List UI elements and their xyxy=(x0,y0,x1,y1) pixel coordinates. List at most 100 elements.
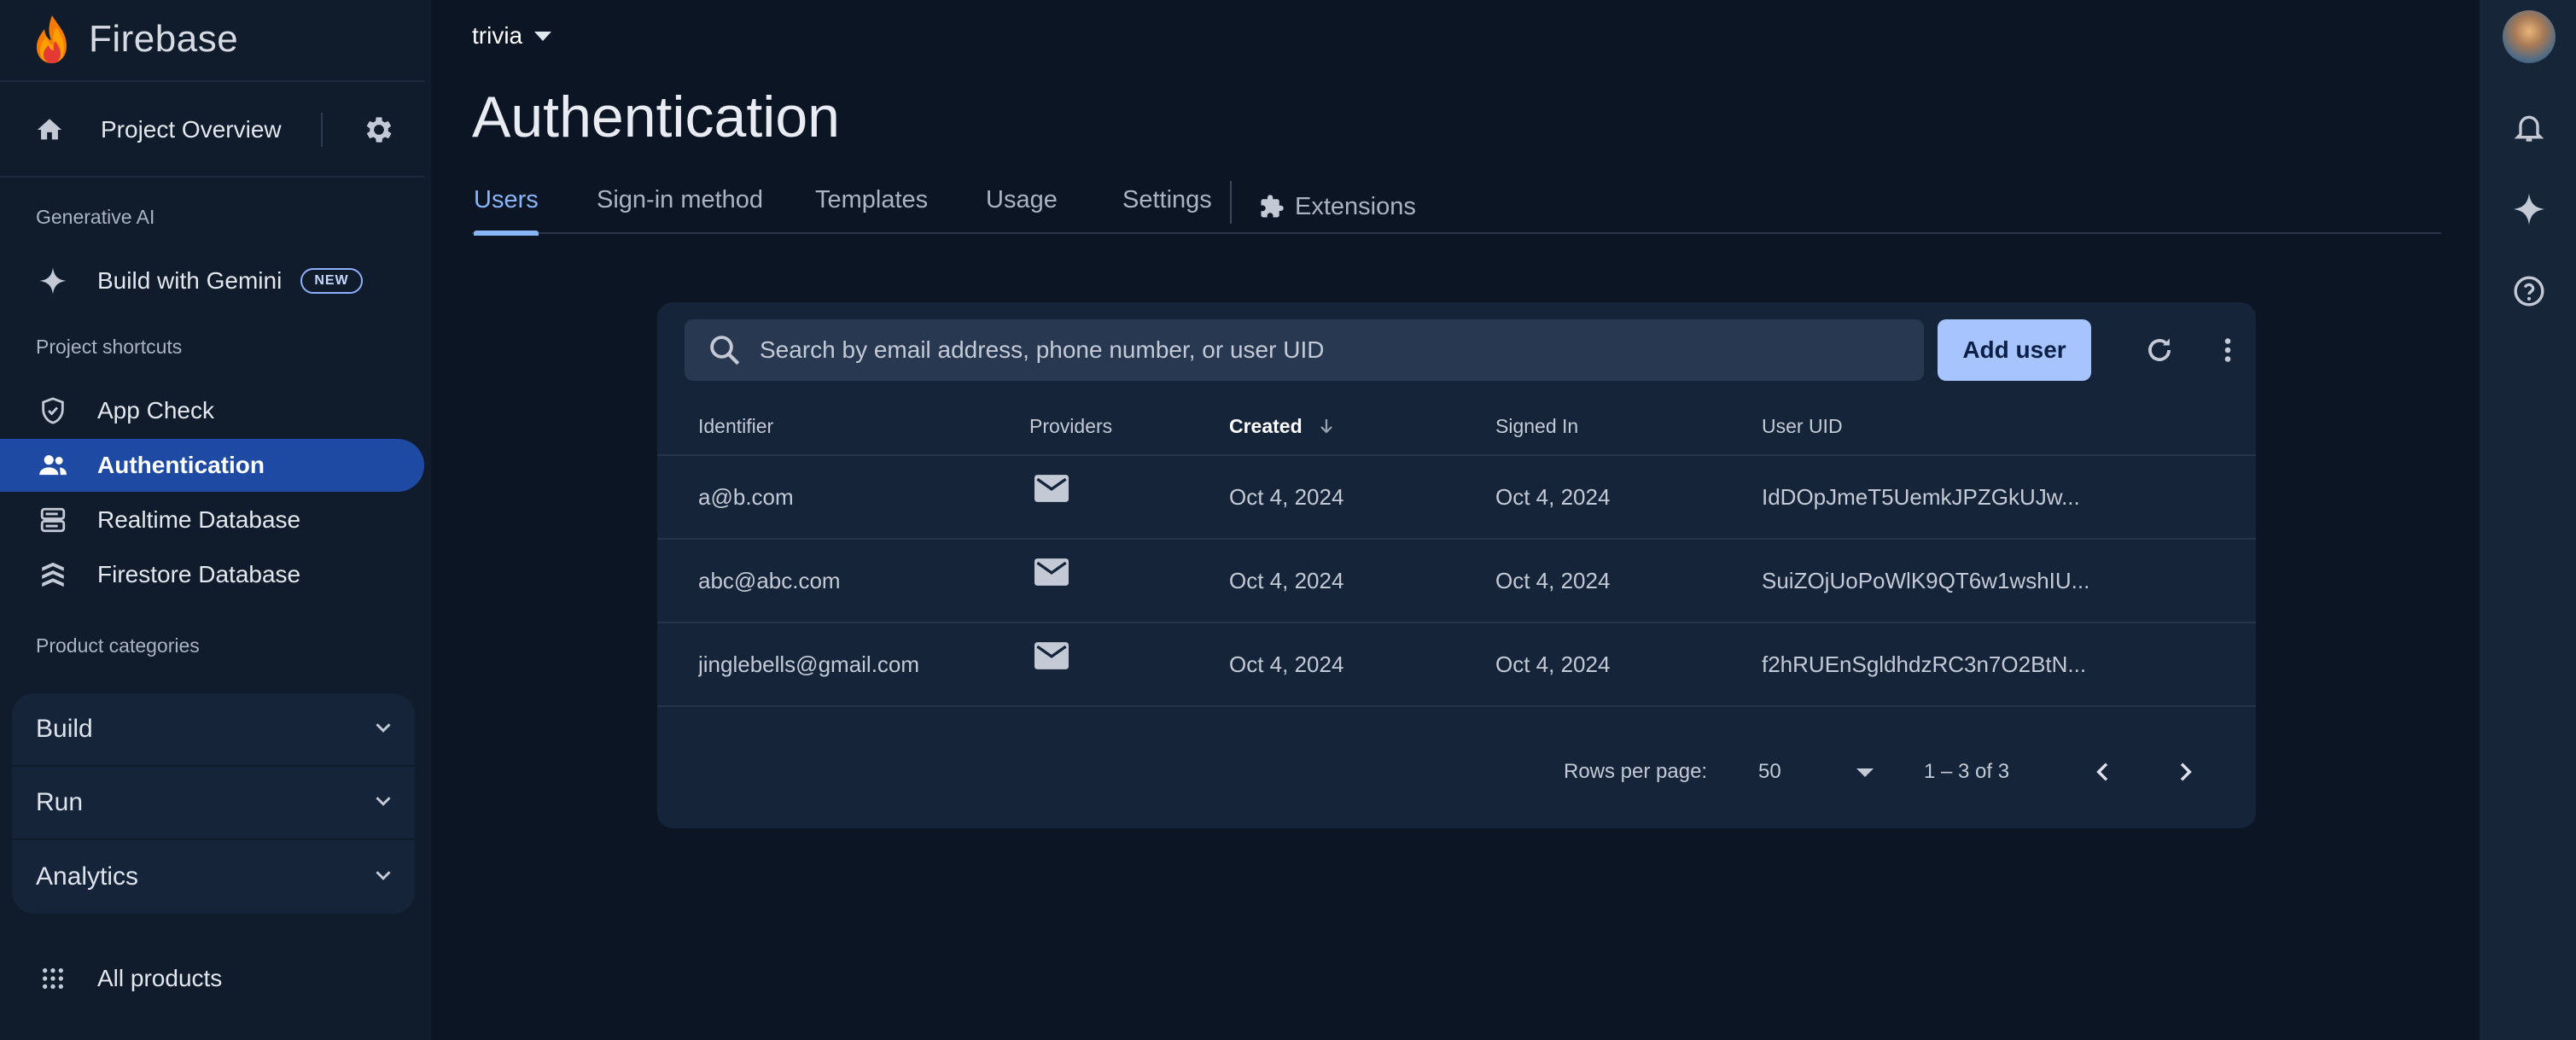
column-header-created[interactable]: Created xyxy=(1229,396,1337,456)
page-title: Authentication xyxy=(472,85,840,149)
cell-signed-in: Oct 4, 2024 xyxy=(1495,484,1611,510)
previous-page-icon[interactable] xyxy=(2084,753,2122,791)
sidebar-item-label: App Check xyxy=(97,397,214,424)
rows-per-page-select[interactable]: 50 xyxy=(1758,746,1781,798)
project-overview-link[interactable]: Project Overview xyxy=(101,116,282,143)
firestore-icon xyxy=(36,558,70,592)
tab-divider xyxy=(1230,181,1232,224)
tab-settings[interactable]: Settings xyxy=(1122,179,1212,234)
tab-users[interactable]: Users xyxy=(474,179,539,236)
new-badge: NEW xyxy=(300,268,363,294)
tab-templates[interactable]: Templates xyxy=(815,179,928,234)
project-selector[interactable]: trivia xyxy=(472,22,552,50)
chevron-down-icon xyxy=(370,788,396,818)
category-label: Build xyxy=(36,715,93,743)
category-label: Analytics xyxy=(36,862,139,891)
sparkle-icon xyxy=(36,264,70,298)
cell-signed-in: Oct 4, 2024 xyxy=(1495,651,1611,677)
more-vert-icon[interactable] xyxy=(2204,326,2252,374)
home-icon[interactable] xyxy=(32,113,67,147)
project-name: trivia xyxy=(472,22,523,49)
pagination: Rows per page: 50 1 – 3 of 3 xyxy=(657,746,2256,798)
avatar[interactable] xyxy=(2503,10,2556,63)
arrow-down-icon xyxy=(1320,419,1332,434)
category-analytics[interactable]: Analytics xyxy=(12,840,415,914)
sidebar-item-realtime-database[interactable]: Realtime Database xyxy=(0,494,424,546)
category-run[interactable]: Run xyxy=(12,767,415,840)
cell-created: Oct 4, 2024 xyxy=(1229,568,1344,593)
chevron-down-icon xyxy=(370,862,396,892)
cell-user-uid: f2hRUEnSgldhdzRC3n7O2BtN... xyxy=(1762,651,2087,677)
divider xyxy=(0,176,424,178)
section-label-product-categories: Product categories xyxy=(36,634,200,657)
sidebar-item-authentication[interactable]: Authentication xyxy=(0,439,424,492)
divider xyxy=(321,113,323,147)
column-header-providers: Providers xyxy=(1029,415,1113,437)
cell-created: Oct 4, 2024 xyxy=(1229,484,1344,510)
column-header-user-uid: User UID xyxy=(1762,415,1843,437)
bell-icon[interactable] xyxy=(2509,108,2549,147)
help-icon[interactable] xyxy=(2509,272,2549,311)
project-overview-row: Project Overview xyxy=(32,104,408,155)
sidebar-item-label: Realtime Database xyxy=(97,506,301,533)
all-products-label: All products xyxy=(97,965,223,991)
column-header-signed-in: Signed In xyxy=(1495,415,1579,437)
category-label: Run xyxy=(36,788,84,816)
add-user-button[interactable]: Add user xyxy=(1938,319,2091,381)
cell-user-uid: IdDOpJmeT5UemkJPZGkUJw... xyxy=(1762,484,2080,510)
cell-signed-in: Oct 4, 2024 xyxy=(1495,568,1611,593)
cell-user-uid: SuiZOjUoPoWlK9QT6w1wshIU... xyxy=(1762,568,2090,593)
users-card: Add user Identifier Providers Created Si… xyxy=(657,302,2256,828)
table-header: Identifier Providers Created Signed In U… xyxy=(657,396,2256,456)
shield-check-icon xyxy=(36,394,70,428)
puzzle-icon xyxy=(1261,195,1284,218)
product-categories: Build Run Analytics xyxy=(12,693,415,914)
tab-sign-in-method[interactable]: Sign-in method xyxy=(597,179,763,234)
column-header-label: Created xyxy=(1229,415,1303,437)
category-build[interactable]: Build xyxy=(12,693,415,767)
page-range: 1 – 3 of 3 xyxy=(1924,760,2010,783)
all-products-link[interactable]: All products xyxy=(36,953,222,1004)
table-row[interactable]: jinglebells@gmail.com Oct 4, 2024 Oct 4,… xyxy=(657,623,2256,707)
next-page-icon[interactable] xyxy=(2166,753,2204,791)
sidebar: Firebase Project Overview Generative AI … xyxy=(0,0,431,1040)
main-content: trivia Authentication Users Sign-in meth… xyxy=(431,0,2480,1040)
section-label-project-shortcuts: Project shortcuts xyxy=(36,336,183,358)
brand-name: Firebase xyxy=(89,18,239,60)
search-bar xyxy=(685,319,1924,381)
gear-icon[interactable] xyxy=(362,113,396,147)
table-row[interactable]: a@b.com Oct 4, 2024 Oct 4, 2024 IdDOpJme… xyxy=(657,456,2256,540)
firebase-logo[interactable]: Firebase xyxy=(32,12,238,67)
rows-per-page-label: Rows per page: xyxy=(1564,760,1708,783)
column-header-identifier: Identifier xyxy=(698,415,774,437)
refresh-icon[interactable] xyxy=(2136,326,2183,374)
chevron-down-icon xyxy=(370,715,396,745)
sidebar-item-firestore-database[interactable]: Firestore Database xyxy=(0,548,424,601)
caret-down-icon[interactable] xyxy=(1856,768,1874,777)
sidebar-item-build-with-gemini[interactable]: Build with Gemini NEW xyxy=(0,254,424,307)
search-input[interactable] xyxy=(760,336,1869,364)
tab-label: Extensions xyxy=(1295,193,1416,220)
tab-usage[interactable]: Usage xyxy=(986,179,1058,234)
section-label-generative-ai: Generative AI xyxy=(36,206,155,228)
right-rail xyxy=(2480,0,2576,1040)
people-icon xyxy=(36,448,70,482)
gemini-sparkle-icon[interactable] xyxy=(2509,190,2549,229)
sidebar-item-label: Authentication xyxy=(97,452,265,478)
sidebar-item-label: Build with Gemini xyxy=(97,267,283,294)
tab-extensions[interactable]: Extensions xyxy=(1259,179,1416,234)
email-icon xyxy=(1034,558,1069,593)
sidebar-item-app-check[interactable]: App Check xyxy=(0,384,424,437)
firebase-flame-icon xyxy=(37,15,67,63)
sidebar-item-label: Firestore Database xyxy=(97,561,301,587)
table-row[interactable]: abc@abc.com Oct 4, 2024 Oct 4, 2024 SuiZ… xyxy=(657,540,2256,623)
search-icon xyxy=(710,336,740,365)
cell-created: Oct 4, 2024 xyxy=(1229,651,1344,677)
apps-grid-icon xyxy=(36,961,70,996)
tab-bar: Users Sign-in method Templates Usage Set… xyxy=(472,179,2441,236)
email-icon xyxy=(1034,475,1069,509)
divider xyxy=(0,80,424,82)
cell-identifier: abc@abc.com xyxy=(698,568,841,593)
cell-identifier: a@b.com xyxy=(698,484,794,510)
email-icon xyxy=(1034,642,1069,676)
